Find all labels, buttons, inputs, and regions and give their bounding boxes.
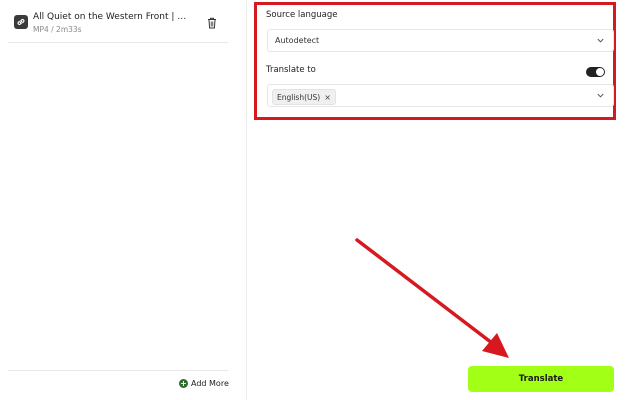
source-language-label: Source language bbox=[266, 10, 338, 20]
source-language-select[interactable]: Autodetect bbox=[267, 29, 614, 52]
translate-to-toggle[interactable] bbox=[586, 67, 605, 77]
chevron-down-icon bbox=[597, 93, 604, 98]
add-more-label: Add More bbox=[191, 379, 229, 388]
list-divider bbox=[8, 42, 228, 43]
target-language-select[interactable]: English(US) × bbox=[267, 84, 614, 107]
file-title: All Quiet on the Western Front | Offici.… bbox=[33, 12, 193, 22]
add-more-button[interactable]: + Add More bbox=[179, 379, 229, 388]
translate-to-label: Translate to bbox=[266, 65, 316, 75]
file-list-item[interactable]: All Quiet on the Western Front | Offici.… bbox=[12, 8, 228, 42]
source-language-value: Autodetect bbox=[275, 36, 320, 45]
close-icon[interactable]: × bbox=[324, 93, 331, 102]
trash-icon[interactable] bbox=[207, 17, 217, 29]
plus-circle-icon: + bbox=[179, 379, 188, 388]
file-list-panel: All Quiet on the Western Front | Offici.… bbox=[0, 0, 247, 400]
translate-button[interactable]: Translate bbox=[468, 366, 614, 392]
toggle-knob bbox=[596, 68, 604, 76]
language-chip-label: English(US) bbox=[277, 92, 321, 102]
link-icon bbox=[14, 15, 28, 29]
footer-divider bbox=[8, 370, 228, 371]
language-chip: English(US) × bbox=[272, 89, 336, 105]
chevron-down-icon bbox=[597, 38, 604, 43]
file-meta: MP4 / 2m33s bbox=[33, 25, 82, 34]
language-settings-panel: Source language Autodetect Translate to … bbox=[254, 2, 616, 120]
